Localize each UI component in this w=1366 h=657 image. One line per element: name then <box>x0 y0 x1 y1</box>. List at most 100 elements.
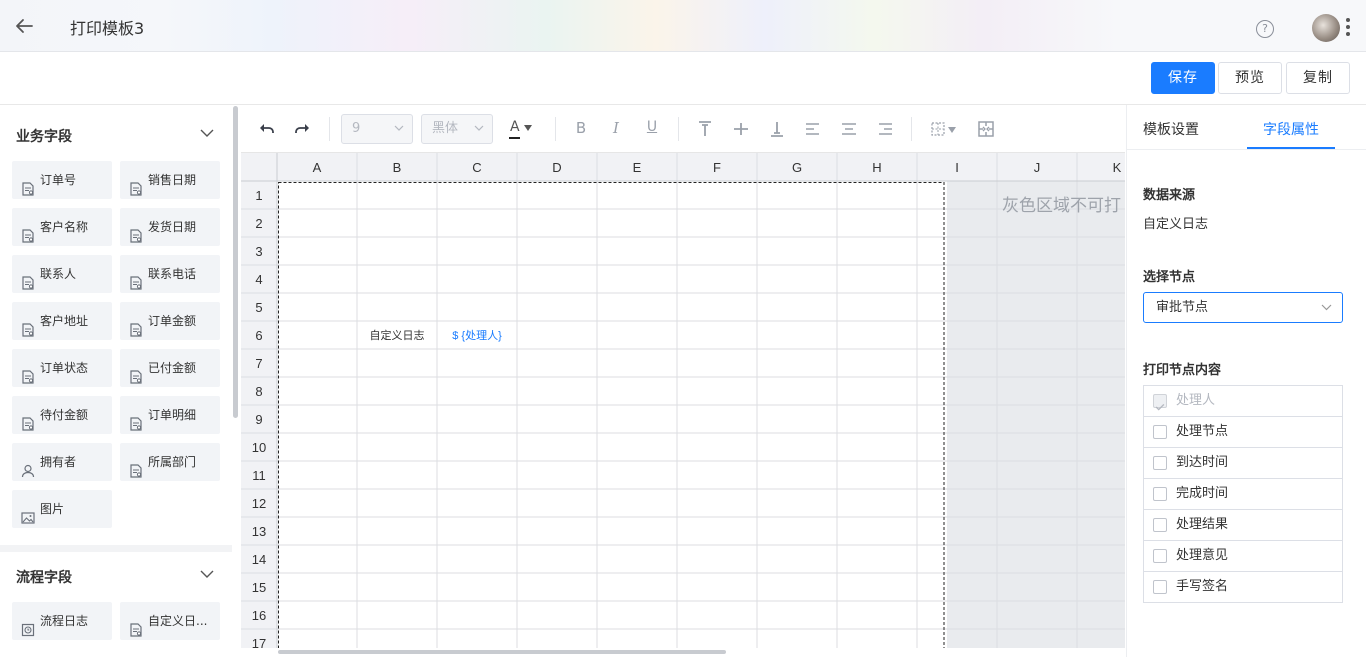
tab-template-settings[interactable]: 模板设置 <box>1143 119 1199 139</box>
field-item[interactable]: 订单明细 <box>120 396 220 434</box>
row-header[interactable]: 13 <box>252 524 266 539</box>
align-right-icon[interactable] <box>875 119 895 139</box>
checkbox-option[interactable]: 处理结果 <box>1144 510 1342 541</box>
checkbox-option[interactable]: 完成时间 <box>1144 479 1342 510</box>
checkbox-option[interactable]: 手写签名 <box>1144 572 1342 603</box>
column-header[interactable]: E <box>633 160 642 175</box>
field-item[interactable]: 销售日期 <box>120 161 220 199</box>
field-item[interactable]: 订单号 <box>12 161 112 199</box>
tab-field-properties[interactable]: 字段属性 <box>1263 119 1319 139</box>
row-header[interactable]: 17 <box>252 636 266 648</box>
column-header[interactable]: F <box>713 160 721 175</box>
column-header[interactable]: A <box>313 160 322 175</box>
column-header[interactable]: I <box>955 160 959 175</box>
more-menu-icon[interactable] <box>1345 16 1351 40</box>
row-header[interactable]: 12 <box>252 496 266 511</box>
row-header[interactable]: 14 <box>252 552 266 567</box>
preview-button[interactable]: 预览 <box>1218 62 1282 94</box>
row-header[interactable]: 7 <box>255 356 262 371</box>
bold-icon[interactable]: B <box>571 119 591 139</box>
checkbox-option[interactable]: 处理节点 <box>1144 417 1342 448</box>
spreadsheet-grid[interactable]: A B C D E F G H I J K1234567891011121314151617自定义日… <box>241 153 1125 648</box>
align-bottom-icon[interactable] <box>767 119 787 139</box>
avatar[interactable] <box>1312 14 1340 42</box>
row-header[interactable]: 15 <box>252 580 266 595</box>
column-header[interactable]: D <box>552 160 561 175</box>
form-field-icon <box>21 314 35 337</box>
help-icon[interactable]: ? <box>1256 20 1274 38</box>
italic-icon[interactable]: I <box>606 119 626 139</box>
row-header[interactable]: 1 <box>255 188 262 203</box>
column-header[interactable]: J <box>1034 160 1041 175</box>
column-header[interactable]: K <box>1113 160 1122 175</box>
checkbox-option[interactable]: 处理意见 <box>1144 541 1342 572</box>
redo-icon[interactable] <box>292 119 312 139</box>
row-header[interactable]: 4 <box>255 272 262 287</box>
spreadsheet[interactable]: A B C D E F G H I J K 1 2 3 4 5 6 7 8 9 10 11 12 13 14 15 16 17 自定义日… <box>241 153 1125 648</box>
checkbox-icon[interactable] <box>1153 518 1167 532</box>
align-left-icon[interactable] <box>803 119 823 139</box>
field-item[interactable]: 联系人 <box>12 255 112 293</box>
row-header[interactable]: 8 <box>255 384 262 399</box>
row-header[interactable]: 3 <box>255 244 262 259</box>
column-header[interactable]: H <box>872 160 881 175</box>
row-header[interactable]: 5 <box>255 300 262 315</box>
property-panel: 模板设置 字段属性 数据来源 自定义日志 选择节点 审批节点 打印节点内容 处理… <box>1126 105 1366 657</box>
field-item[interactable]: 客户名称 <box>12 208 112 246</box>
row-header[interactable]: 11 <box>252 468 266 483</box>
checkbox-label: 处理人 <box>1176 393 1216 408</box>
row-header[interactable]: 16 <box>252 608 266 623</box>
align-center-icon[interactable] <box>839 119 859 139</box>
chevron-down-icon <box>1321 304 1332 311</box>
chevron-down-icon <box>394 125 404 131</box>
field-item[interactable]: 联系电话 <box>120 255 220 293</box>
row-header[interactable]: 10 <box>252 440 266 455</box>
checkbox-icon[interactable] <box>1153 425 1167 439</box>
back-arrow-icon[interactable] <box>12 14 36 38</box>
copy-button[interactable]: 复制 <box>1286 62 1350 94</box>
row-header[interactable]: 6 <box>255 328 262 343</box>
column-header[interactable]: C <box>472 160 481 175</box>
row-header[interactable]: 2 <box>255 216 262 231</box>
border-button[interactable] <box>929 119 959 139</box>
save-button[interactable]: 保存 <box>1151 62 1215 94</box>
column-header-bar <box>241 153 1125 181</box>
field-item-label: 联系人 <box>40 267 77 281</box>
chevron-down-icon[interactable] <box>200 567 214 581</box>
field-item-label: 拥有者 <box>40 455 77 469</box>
field-item[interactable]: 发货日期 <box>120 208 220 246</box>
node-select[interactable]: 审批节点 <box>1143 292 1343 323</box>
field-item[interactable]: 图片 <box>12 490 112 528</box>
checkbox-icon[interactable] <box>1153 487 1167 501</box>
checkbox-icon[interactable] <box>1153 580 1167 594</box>
field-item[interactable]: 订单状态 <box>12 349 112 387</box>
underline-icon[interactable]: U <box>642 119 662 139</box>
font-family-select[interactable]: 黑体 <box>421 114 493 144</box>
chevron-down-icon[interactable] <box>200 126 214 140</box>
field-item[interactable]: 流程日志 <box>12 602 112 640</box>
checkbox-icon[interactable] <box>1153 549 1167 563</box>
row-header[interactable]: 9 <box>255 412 262 427</box>
field-item[interactable]: 所属部门 <box>120 443 220 481</box>
column-header[interactable]: B <box>393 160 402 175</box>
field-item[interactable]: 已付金额 <box>120 349 220 387</box>
field-item[interactable]: 自定义日... <box>120 602 220 640</box>
field-item[interactable]: 订单金额 <box>120 302 220 340</box>
font-color-button[interactable]: A <box>507 119 537 139</box>
field-item[interactable]: 拥有者 <box>12 443 112 481</box>
field-item[interactable]: 待付金额 <box>12 396 112 434</box>
align-top-icon[interactable] <box>695 119 715 139</box>
font-size-select[interactable]: 9 <box>341 114 413 144</box>
merge-cells-icon[interactable] <box>976 119 996 139</box>
form-field-icon <box>21 361 35 384</box>
align-middle-icon[interactable] <box>731 119 751 139</box>
left-panel-scrollbar[interactable] <box>233 106 238 418</box>
sheet-horizontal-scrollbar[interactable] <box>278 650 726 654</box>
column-header[interactable]: G <box>792 160 802 175</box>
field-item[interactable]: 客户地址 <box>12 302 112 340</box>
cell-text[interactable]: 自定义日志 <box>370 328 425 342</box>
cell-text[interactable]: $ {处理人} <box>452 329 502 342</box>
checkbox-option[interactable]: 到达时间 <box>1144 448 1342 479</box>
checkbox-icon[interactable] <box>1153 456 1167 470</box>
undo-icon[interactable] <box>257 119 277 139</box>
